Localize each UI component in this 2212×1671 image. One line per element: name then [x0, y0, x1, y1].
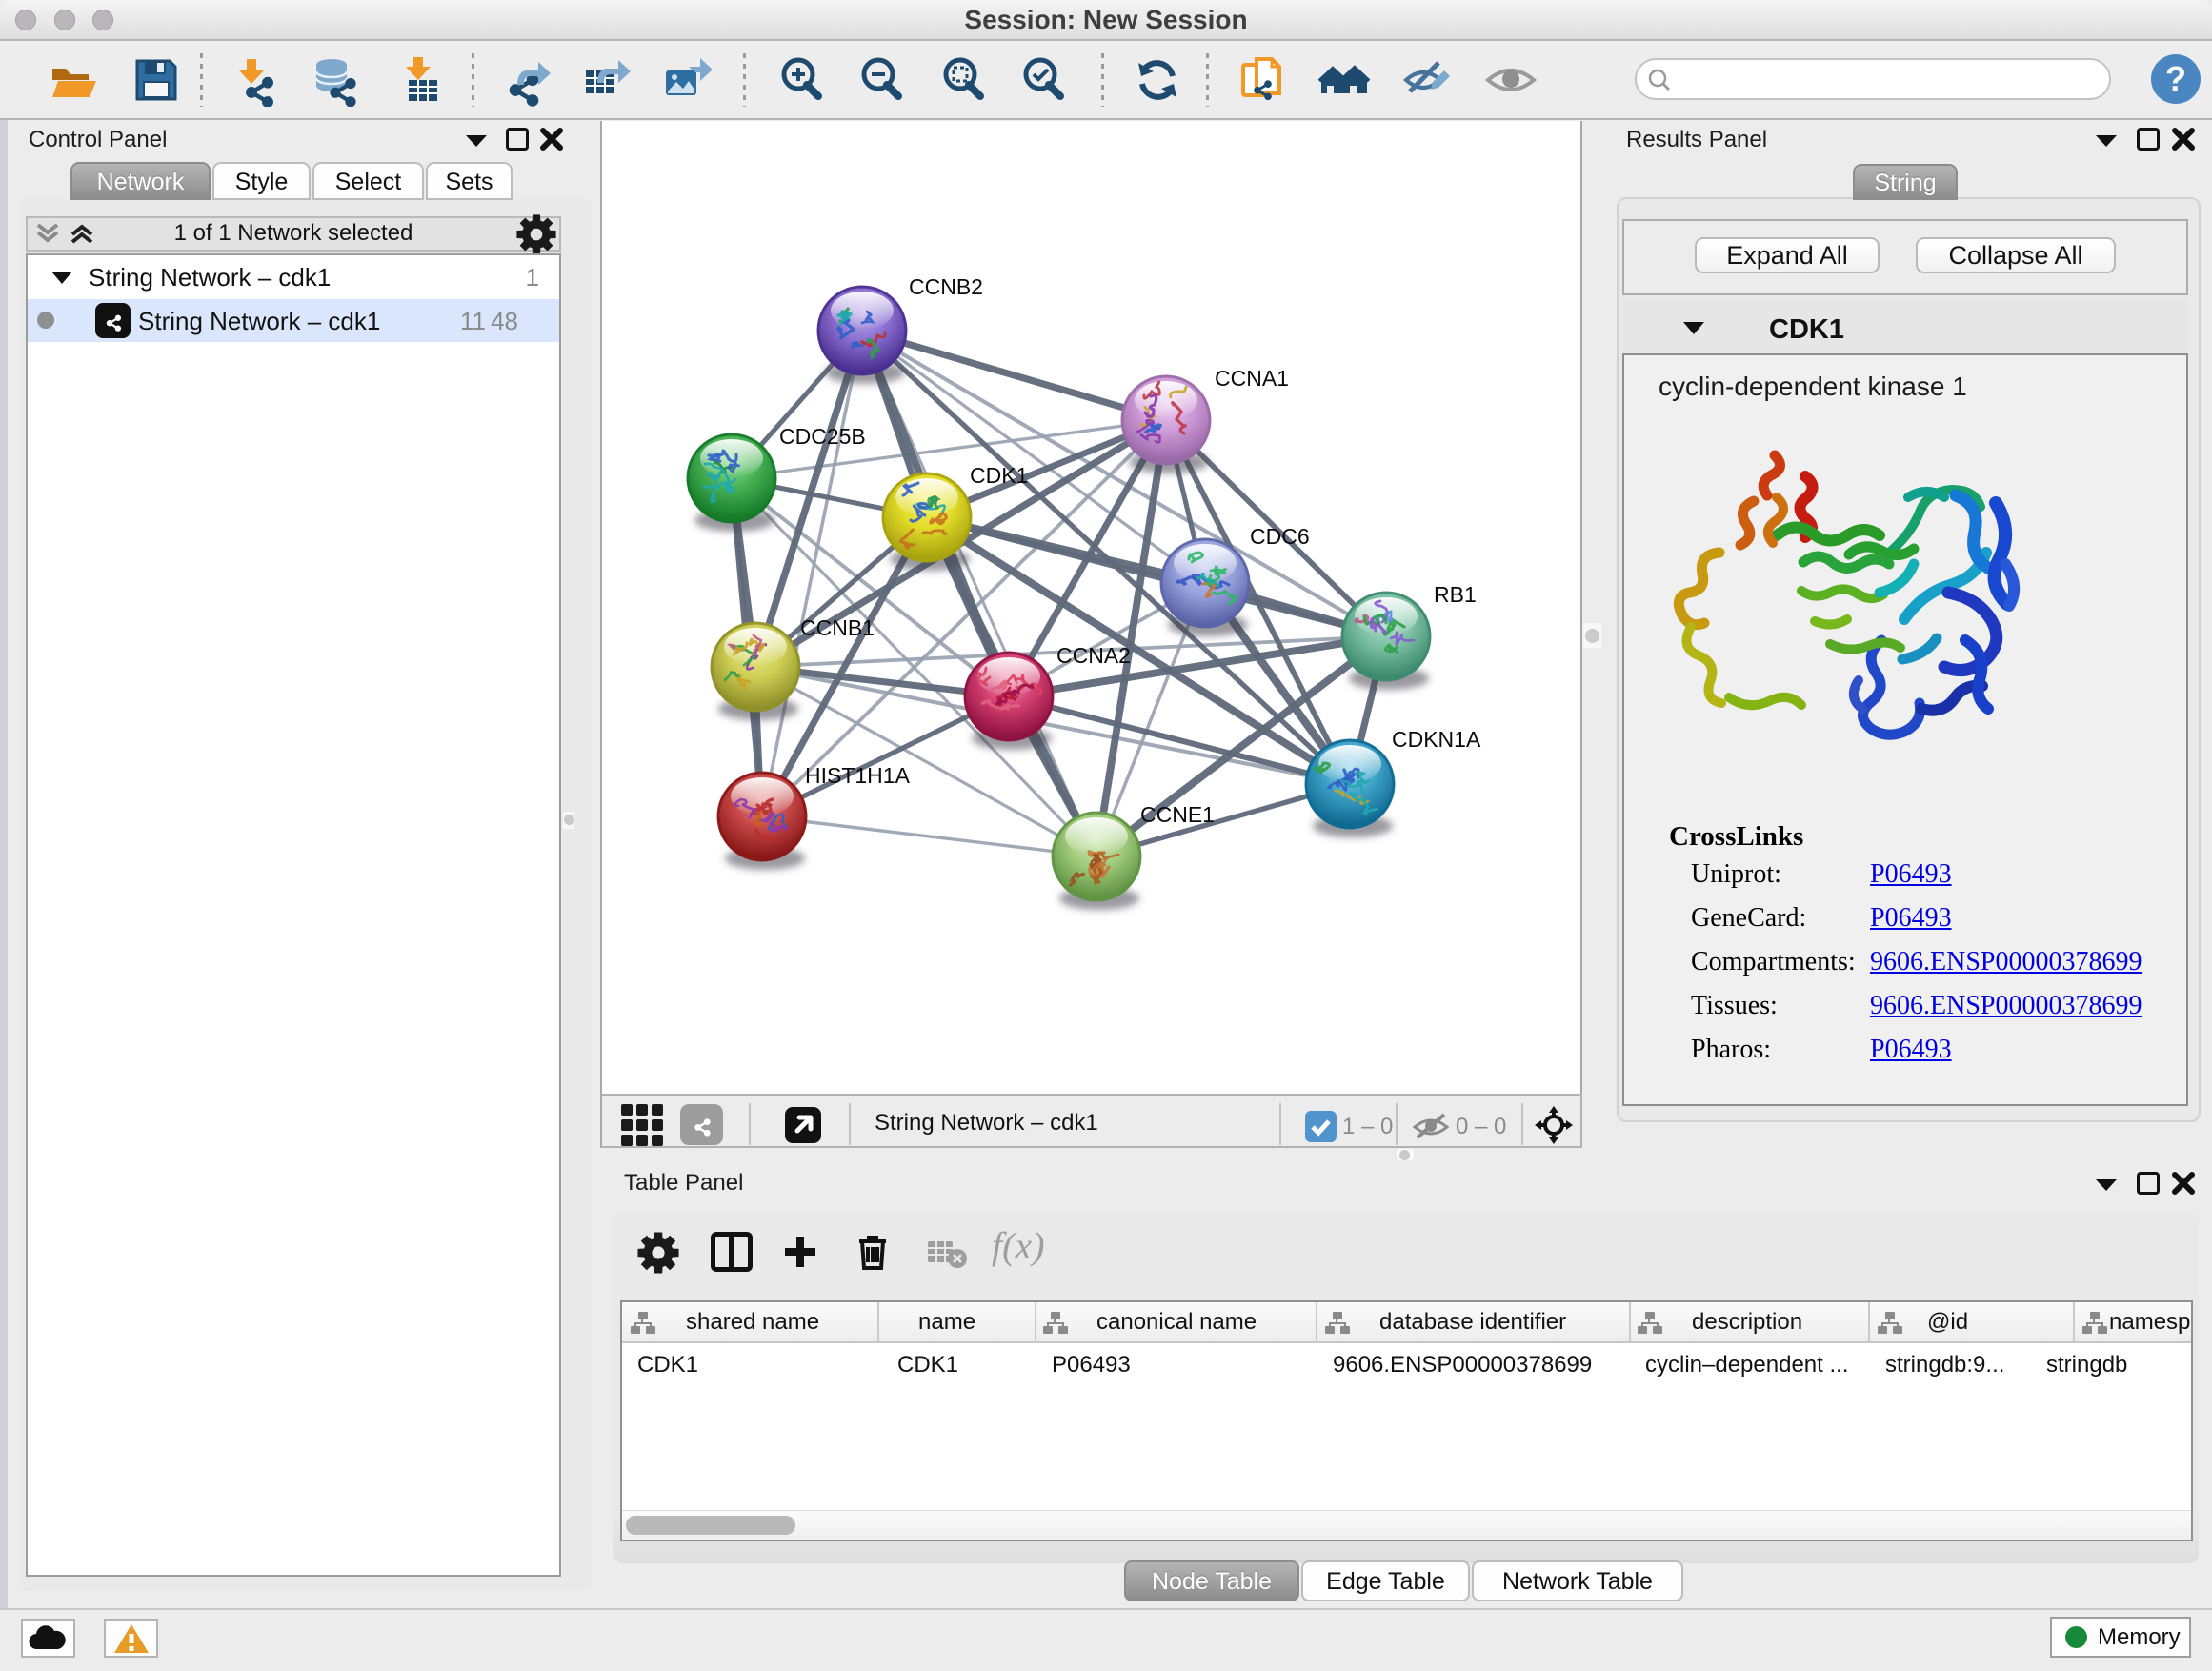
svg-text:CDC25B: CDC25B: [779, 424, 866, 449]
svg-text:CDK1: CDK1: [970, 463, 1028, 488]
svg-text:RB1: RB1: [1434, 582, 1477, 607]
svg-text:CDKN1A: CDKN1A: [1392, 727, 1481, 752]
svg-text:CCNB1: CCNB1: [800, 615, 875, 640]
svg-text:CDC6: CDC6: [1250, 524, 1310, 549]
svg-text:CCNB2: CCNB2: [909, 274, 983, 299]
svg-text:CCNA1: CCNA1: [1215, 366, 1289, 391]
svg-text:HIST1H1A: HIST1H1A: [805, 763, 911, 788]
svg-text:CCNA2: CCNA2: [1056, 643, 1131, 668]
svg-text:CCNE1: CCNE1: [1140, 802, 1215, 827]
